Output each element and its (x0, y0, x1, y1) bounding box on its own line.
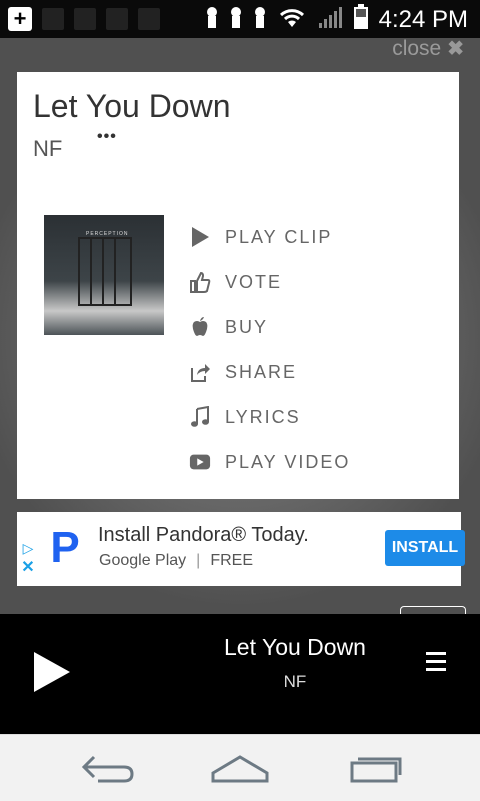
battery-icon (353, 4, 369, 35)
action-label: VOTE (225, 271, 283, 292)
action-label: PLAY CLIP (225, 226, 333, 247)
notification-icon (138, 8, 160, 30)
ad-title: Install Pandora® Today. (98, 524, 309, 546)
install-button[interactable]: INSTALL (385, 530, 465, 566)
song-card: Let You Down NF ••• PERCEPTION PLAY CLIP… (17, 72, 459, 499)
play-icon (189, 226, 211, 248)
nav-bar (0, 734, 480, 801)
keyhole-icon (253, 6, 267, 33)
ad-banner[interactable]: ▷ ✕ P Install Pandora® Today. Google Pla… (17, 512, 465, 586)
keyhole-icon (205, 6, 219, 33)
menu-icon[interactable] (426, 652, 446, 676)
close-ad-icon[interactable]: ✕ (17, 557, 39, 577)
cage-graphic (78, 237, 132, 306)
now-playing-bar: Let You Down NF (0, 614, 480, 734)
home-icon[interactable] (210, 749, 270, 789)
buy-button[interactable]: BUY (189, 312, 268, 342)
play-icon[interactable] (34, 652, 70, 692)
close-icon: ✖ (447, 38, 464, 60)
close-button[interactable]: close ✖ (392, 36, 464, 61)
notification-icon (42, 8, 64, 30)
signal-icon (317, 5, 343, 34)
back-icon[interactable] (78, 749, 138, 789)
play-clip-button[interactable]: PLAY CLIP (189, 222, 332, 252)
music-note-icon (189, 406, 211, 428)
action-label: SHARE (225, 361, 298, 382)
close-label: close (392, 36, 442, 60)
wifi-icon (277, 5, 307, 34)
status-time: 4:24 PM (378, 5, 468, 33)
now-playing-title: Let You Down (224, 634, 366, 660)
ad-separator: | (196, 552, 201, 569)
artist-name: NF (33, 136, 63, 161)
ad-price: FREE (210, 552, 253, 569)
share-icon (189, 361, 211, 383)
ad-store: Google Play (99, 552, 187, 569)
song-title: Let You Down (33, 88, 231, 124)
share-button[interactable]: SHARE (189, 357, 297, 387)
keyhole-icon (229, 6, 243, 33)
apple-icon (189, 316, 211, 338)
ad-controls: ▷ ✕ (17, 540, 39, 584)
ad-subtitle: Google Play | FREE (99, 552, 253, 570)
recents-icon[interactable] (346, 749, 406, 789)
action-label: PLAY VIDEO (225, 451, 351, 472)
notification-icon (106, 8, 128, 30)
vote-button[interactable]: VOTE (189, 267, 282, 297)
action-label: LYRICS (225, 406, 301, 427)
status-bar: + 4:24 PM (0, 0, 480, 38)
now-playing-artist: NF (283, 672, 307, 691)
pandora-logo: P (37, 522, 93, 574)
video-play-icon (189, 451, 211, 473)
play-video-button[interactable]: PLAY VIDEO (189, 447, 350, 477)
action-label: BUY (225, 316, 269, 337)
thumbs-up-icon (189, 271, 211, 293)
album-art: PERCEPTION (44, 215, 164, 335)
adchoices-icon[interactable]: ▷ (17, 540, 39, 557)
add-icon: + (8, 7, 32, 31)
lyrics-button[interactable]: LYRICS (189, 402, 301, 432)
more-options-icon[interactable]: ••• (97, 128, 117, 146)
notification-icon (74, 8, 96, 30)
